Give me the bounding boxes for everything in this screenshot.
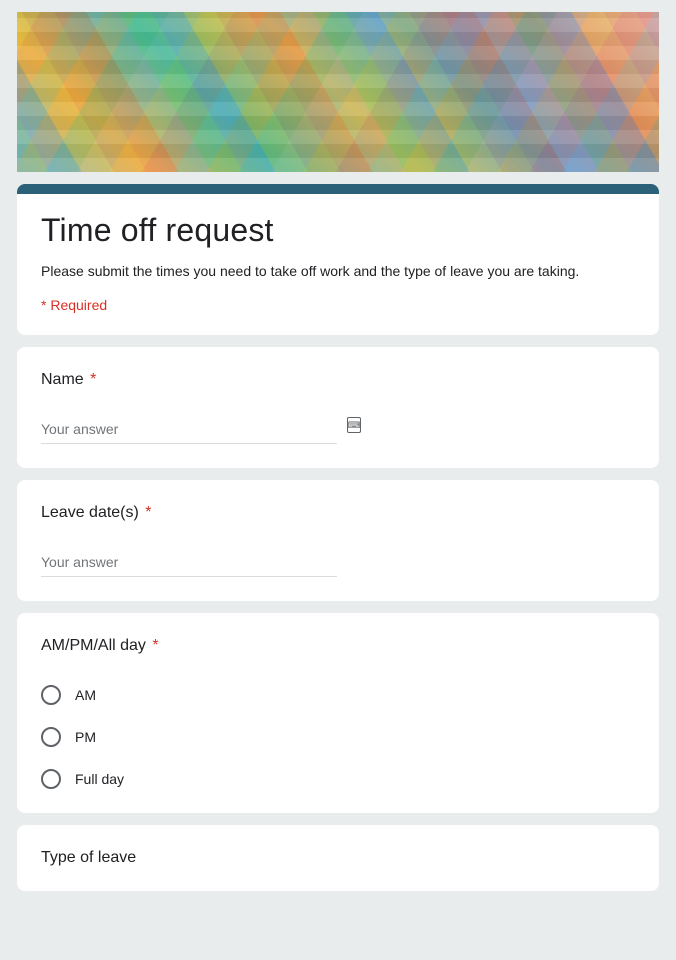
form-header-image bbox=[17, 12, 659, 172]
name-input[interactable] bbox=[41, 417, 337, 444]
radio-label: PM bbox=[75, 729, 96, 745]
accent-bar bbox=[17, 184, 659, 194]
radio-list-ampm: AM PM Full day bbox=[41, 683, 635, 789]
radio-circle-icon bbox=[41, 685, 61, 705]
radio-circle-icon bbox=[41, 727, 61, 747]
question-label-type-of-leave: Type of leave bbox=[41, 849, 635, 867]
radio-circle-icon bbox=[41, 769, 61, 789]
radio-label: AM bbox=[75, 687, 96, 703]
label-text: Leave date(s) bbox=[41, 504, 139, 521]
required-star: * bbox=[145, 504, 151, 521]
keyboard-icon: ⌨ bbox=[347, 417, 361, 433]
label-text: Type of leave bbox=[41, 849, 136, 866]
radio-option-am[interactable]: AM bbox=[41, 685, 635, 705]
question-label-ampm: AM/PM/All day * bbox=[41, 637, 635, 655]
form-title-card: Time off request Please submit the times… bbox=[17, 184, 659, 335]
question-type-of-leave: Type of leave bbox=[17, 825, 659, 891]
label-text: Name bbox=[41, 371, 84, 388]
question-ampm: AM/PM/All day * AM PM Full day bbox=[17, 613, 659, 813]
question-name: Name * ⌨ bbox=[17, 347, 659, 468]
radio-label: Full day bbox=[75, 771, 124, 787]
required-note: * Required bbox=[41, 297, 635, 313]
question-leave-dates: Leave date(s) * bbox=[17, 480, 659, 601]
question-label-name: Name * bbox=[41, 371, 635, 389]
label-text: AM/PM/All day bbox=[41, 637, 146, 654]
form-title: Time off request bbox=[41, 212, 635, 249]
radio-option-fullday[interactable]: Full day bbox=[41, 769, 635, 789]
leave-dates-input[interactable] bbox=[41, 550, 337, 577]
question-label-leave-dates: Leave date(s) * bbox=[41, 504, 635, 522]
required-star: * bbox=[90, 371, 96, 388]
radio-option-pm[interactable]: PM bbox=[41, 727, 635, 747]
form-description: Please submit the times you need to take… bbox=[41, 263, 635, 279]
required-star: * bbox=[152, 637, 158, 654]
